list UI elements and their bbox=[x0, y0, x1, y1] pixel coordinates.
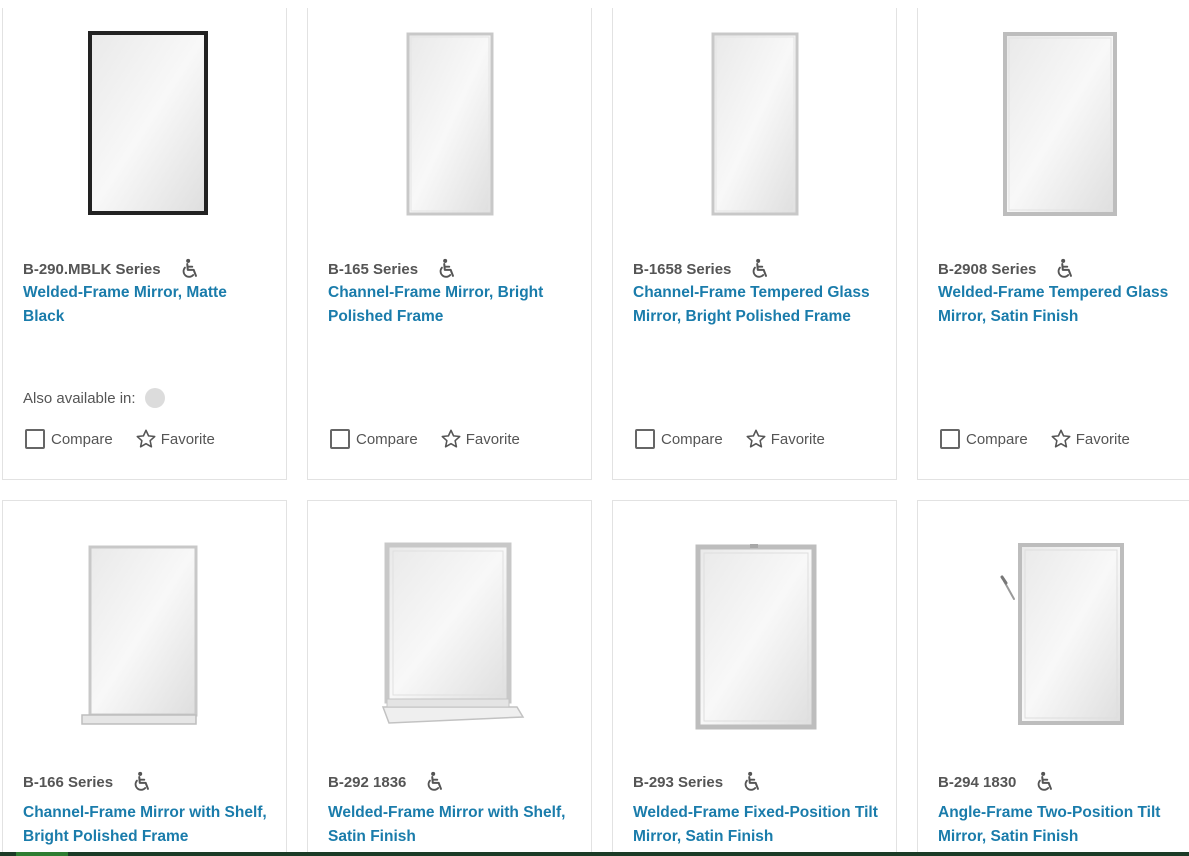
wheelchair-icon bbox=[436, 258, 458, 280]
product-title-link[interactable]: Welded-Frame Fixed-Position Tilt Mirror,… bbox=[633, 801, 880, 849]
star-outline-icon[interactable] bbox=[135, 428, 157, 450]
bottom-bar-accent bbox=[16, 852, 68, 856]
product-image[interactable] bbox=[3, 18, 286, 223]
compare-toggle[interactable]: Compare bbox=[330, 429, 418, 449]
product-title-link[interactable]: Channel-Frame Tempered Glass Mirror, Bri… bbox=[633, 281, 880, 329]
card-actions: Compare Favorite bbox=[940, 428, 1130, 450]
product-title-link[interactable]: Welded-Frame Mirror with Shelf, Satin Fi… bbox=[328, 801, 575, 849]
series-label: B-290.MBLK Series bbox=[23, 258, 201, 280]
product-image[interactable] bbox=[308, 539, 591, 739]
checkbox-icon[interactable] bbox=[940, 429, 960, 449]
product-image[interactable] bbox=[613, 18, 896, 223]
compare-toggle[interactable]: Compare bbox=[635, 429, 723, 449]
product-card: B-2908 Series Welded-Frame Tempered Glas… bbox=[917, 8, 1189, 480]
wheelchair-icon bbox=[1054, 258, 1076, 280]
series-label: B-1658 Series bbox=[633, 258, 771, 280]
series-label: B-166 Series bbox=[23, 771, 153, 793]
product-card: B-165 Series Channel-Frame Mirror, Brigh… bbox=[307, 8, 592, 480]
product-title-link[interactable]: Angle-Frame Two-Position Tilt Mirror, Sa… bbox=[938, 801, 1185, 849]
card-actions: Compare Favorite bbox=[330, 428, 520, 450]
also-available: Also available in: bbox=[23, 388, 165, 408]
checkbox-icon[interactable] bbox=[330, 429, 350, 449]
favorite-toggle[interactable]: Favorite bbox=[135, 428, 215, 450]
compare-toggle[interactable]: Compare bbox=[25, 429, 113, 449]
color-swatch[interactable] bbox=[144, 388, 165, 408]
product-card: B-1658 Series Channel-Frame Tempered Gla… bbox=[612, 8, 897, 480]
bottom-bar bbox=[0, 852, 1189, 856]
product-title-link[interactable]: Channel-Frame Mirror with Shelf, Bright … bbox=[23, 801, 270, 849]
product-image[interactable] bbox=[918, 18, 1189, 223]
wheelchair-icon bbox=[131, 771, 153, 793]
series-label: B-292 1836 bbox=[328, 771, 446, 793]
product-card: B-293 Series Welded-Frame Fixed-Position… bbox=[612, 500, 897, 856]
checkbox-icon[interactable] bbox=[25, 429, 45, 449]
favorite-toggle[interactable]: Favorite bbox=[1050, 428, 1130, 450]
wheelchair-icon bbox=[741, 771, 763, 793]
product-card: B-292 1836 Welded-Frame Mirror with Shel… bbox=[307, 500, 592, 856]
favorite-toggle[interactable]: Favorite bbox=[745, 428, 825, 450]
product-image[interactable] bbox=[308, 18, 591, 223]
star-outline-icon[interactable] bbox=[1050, 428, 1072, 450]
product-card: B-290.MBLK Series Welded-Frame Mirror, M… bbox=[2, 8, 287, 480]
star-outline-icon[interactable] bbox=[745, 428, 767, 450]
series-label: B-293 Series bbox=[633, 771, 763, 793]
checkbox-icon[interactable] bbox=[635, 429, 655, 449]
series-label: B-165 Series bbox=[328, 258, 458, 280]
product-title-link[interactable]: Welded-Frame Mirror, Matte Black bbox=[23, 281, 270, 329]
wheelchair-icon bbox=[179, 258, 201, 280]
wheelchair-icon bbox=[424, 771, 446, 793]
wheelchair-icon bbox=[1034, 771, 1056, 793]
product-card: B-166 Series Channel-Frame Mirror with S… bbox=[2, 500, 287, 856]
card-actions: Compare Favorite bbox=[635, 428, 825, 450]
product-title-link[interactable]: Welded-Frame Tempered Glass Mirror, Sati… bbox=[938, 281, 1185, 329]
compare-toggle[interactable]: Compare bbox=[940, 429, 1028, 449]
product-image[interactable] bbox=[613, 539, 896, 739]
star-outline-icon[interactable] bbox=[440, 428, 462, 450]
product-card: B-294 1830 Angle-Frame Two-Position Tilt… bbox=[917, 500, 1189, 856]
series-label: B-294 1830 bbox=[938, 771, 1056, 793]
wheelchair-icon bbox=[749, 258, 771, 280]
series-label: B-2908 Series bbox=[938, 258, 1076, 280]
product-image[interactable] bbox=[3, 539, 286, 739]
product-image[interactable] bbox=[918, 539, 1189, 739]
favorite-toggle[interactable]: Favorite bbox=[440, 428, 520, 450]
card-actions: Compare Favorite bbox=[25, 428, 215, 450]
product-title-link[interactable]: Channel-Frame Mirror, Bright Polished Fr… bbox=[328, 281, 575, 329]
